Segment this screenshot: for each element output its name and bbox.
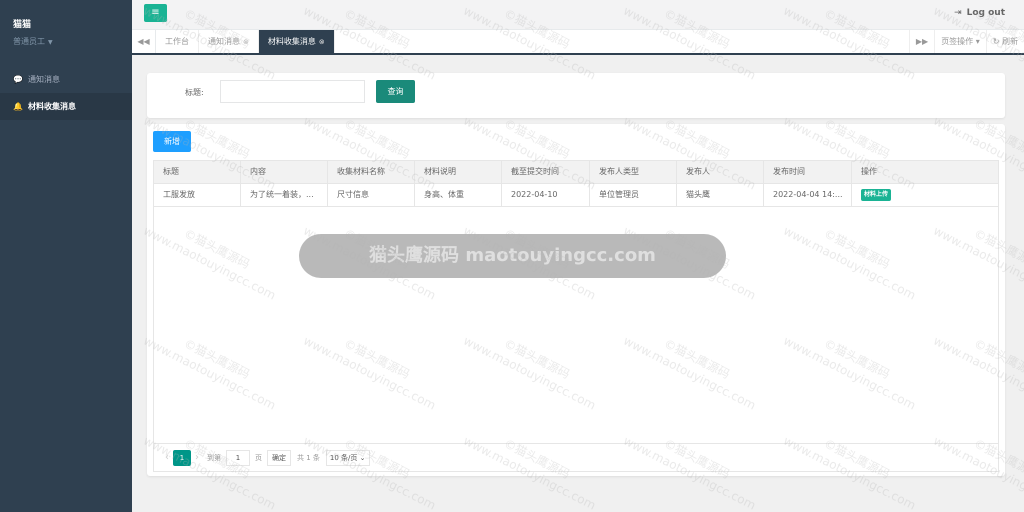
- refresh-button[interactable]: ↻ 刷新: [985, 30, 1024, 53]
- tab-dashboard[interactable]: 工作台: [156, 30, 199, 53]
- user-role-dropdown[interactable]: 普通员工 ▼: [13, 36, 53, 47]
- cell-content: 为了统一着装，...: [241, 184, 328, 206]
- column-header[interactable]: 材料说明: [415, 161, 502, 183]
- page-tabs-bar: ◀◀ 工作台 通知消息 ⊗ 材料收集消息 ⊗ ▶▶ 页签操作 ▾ ↻ 刷新: [132, 30, 1024, 55]
- page-ops-dropdown[interactable]: 页签操作 ▾: [934, 30, 986, 53]
- column-header[interactable]: 收集材料名称: [328, 161, 415, 183]
- goto-page-input[interactable]: 1: [226, 449, 250, 466]
- column-header[interactable]: 内容: [241, 161, 328, 183]
- tab-notifications[interactable]: 通知消息 ⊗: [199, 30, 259, 53]
- page-ops-label: 页签操作: [941, 37, 974, 46]
- sidebar-item-notifications[interactable]: 💬 通知消息: [0, 66, 132, 93]
- table-row[interactable]: 工服发放 为了统一着装，... 尺寸信息 身高、体重 2022-04-10 单位…: [154, 184, 998, 207]
- refresh-icon: ↻: [992, 37, 1000, 46]
- tab-label: 通知消息: [208, 37, 240, 46]
- sidebar-item-label: 材料收集消息: [28, 102, 76, 111]
- close-icon[interactable]: ⊗: [319, 38, 325, 46]
- comment-icon: 💬: [13, 75, 23, 84]
- tab-actions: ▶▶ 页签操作 ▾ ↻ 刷新: [908, 30, 1024, 53]
- cell-publisher-type: 单位管理员: [590, 184, 677, 206]
- page-size-select[interactable]: 10 条/页 ⌄: [325, 449, 370, 466]
- sidebar-item-label: 通知消息: [28, 75, 60, 84]
- logout-label: Log out: [966, 8, 1005, 18]
- cell-title: 工服发放: [154, 184, 241, 206]
- chevron-down-icon: ⌄: [359, 453, 366, 462]
- column-header[interactable]: 发布人类型: [590, 161, 677, 183]
- hamburger-icon: ≡: [151, 7, 160, 18]
- query-button[interactable]: 查询: [376, 80, 415, 103]
- user-role-label: 普通员工: [13, 37, 45, 46]
- bell-icon: 🔔: [13, 102, 23, 111]
- cell-publisher: 猫头鹰: [677, 184, 764, 206]
- tab-material-collection[interactable]: 材料收集消息 ⊗: [258, 30, 335, 53]
- watermark-banner: 猫头鹰源码 maotouyingcc.com: [299, 234, 726, 278]
- pagination: ‹ 1 › 到第 1 页 确定 共 1 条 10 条/页 ⌄: [154, 443, 998, 471]
- caret-down-icon: ▼: [48, 39, 53, 46]
- close-icon[interactable]: ⊗: [243, 38, 249, 46]
- current-page[interactable]: 1: [173, 449, 191, 466]
- title-filter-label: 标题:: [185, 88, 204, 97]
- cell-deadline: 2022-04-10: [502, 184, 590, 206]
- logout-icon: ⇥: [954, 8, 962, 18]
- caret-down-icon: ▾: [975, 37, 980, 46]
- prev-page-icon[interactable]: ‹: [165, 452, 169, 463]
- refresh-label: 刷新: [1002, 37, 1018, 46]
- sidebar: 猫猫 普通员工 ▼ 💬 通知消息 🔔 材料收集消息: [0, 0, 132, 512]
- sidebar-item-material-collection[interactable]: 🔔 材料收集消息: [0, 93, 132, 120]
- user-name: 猫猫: [13, 20, 32, 30]
- column-header: 操作: [861, 167, 877, 176]
- add-button[interactable]: 新增: [153, 131, 191, 152]
- tab-scroll-left-button[interactable]: ◀◀: [132, 30, 156, 53]
- data-table: 标题 内容 收集材料名称 材料说明 截至提交时间 发布人类型 发布人 发布时间 …: [153, 160, 999, 472]
- logout-button[interactable]: ⇥ Log out: [954, 8, 1005, 18]
- cell-material-name: 尺寸信息: [328, 184, 415, 206]
- goto-confirm-button[interactable]: 确定: [267, 449, 291, 466]
- next-page-icon[interactable]: ›: [195, 452, 199, 463]
- tab-scroll-right-button[interactable]: ▶▶: [908, 30, 934, 53]
- column-header[interactable]: 发布人: [677, 161, 764, 183]
- cell-material-desc: 身高、体重: [415, 184, 502, 206]
- tab-label: 工作台: [165, 37, 189, 46]
- sidebar-nav: 💬 通知消息 🔔 材料收集消息: [0, 66, 132, 120]
- backward-icon: ◀◀: [137, 37, 150, 46]
- cell-publish-time: 2022-04-04 14:...: [764, 184, 852, 206]
- page-tabs: 工作台 通知消息 ⊗ 材料收集消息 ⊗: [156, 30, 335, 53]
- search-panel: 标题: 查询: [147, 73, 1005, 118]
- column-header[interactable]: 标题: [154, 161, 241, 183]
- table-header: 标题 内容 收集材料名称 材料说明 截至提交时间 发布人类型 发布人 发布时间 …: [154, 161, 998, 184]
- title-filter-input[interactable]: [220, 80, 365, 103]
- column-header[interactable]: 发布时间: [764, 161, 852, 183]
- page-size-label: 10 条/页: [329, 453, 358, 462]
- table-panel: 新增 标题 内容 收集材料名称 材料说明 截至提交时间 发布人类型 发布人 发布…: [147, 124, 1005, 476]
- column-header[interactable]: 截至提交时间: [502, 161, 590, 183]
- tab-label: 材料收集消息: [267, 37, 316, 46]
- forward-icon: ▶▶: [915, 37, 929, 46]
- goto-label: 到第: [207, 453, 221, 462]
- page-unit-label: 页: [255, 453, 262, 462]
- menu-toggle-button[interactable]: ≡: [144, 4, 167, 22]
- top-bar: ≡ ⇥ Log out: [132, 0, 1024, 30]
- cell-action: 材料上传: [852, 184, 998, 206]
- total-count: 共 1 条: [297, 453, 320, 462]
- upload-material-button[interactable]: 材料上传: [861, 188, 892, 201]
